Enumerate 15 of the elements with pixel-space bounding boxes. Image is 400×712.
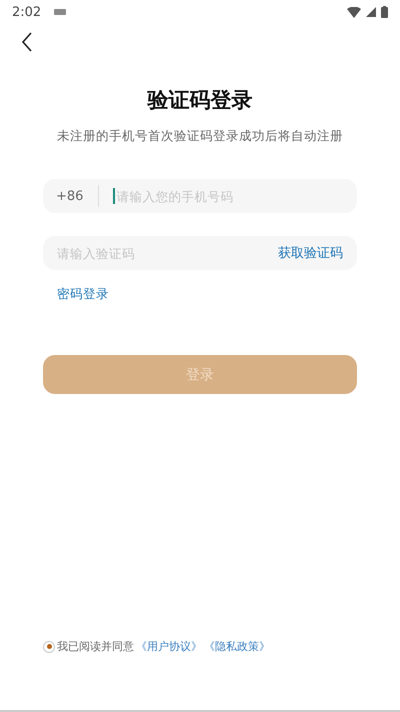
agreement-text: 我已阅读并同意 — [57, 639, 134, 654]
signal-icon — [366, 7, 376, 17]
get-code-link[interactable]: 获取验证码 — [278, 244, 343, 262]
subtitle: 未注册的手机号首次验证码登录成功后将自动注册 — [56, 128, 344, 145]
status-time: 2:02 — [12, 4, 42, 20]
page-title: 验证码登录 — [146, 87, 254, 114]
agreement-radio[interactable] — [43, 640, 55, 652]
country-code[interactable]: +86 — [56, 188, 84, 204]
battery-icon — [381, 6, 388, 18]
agreement-link[interactable]: 《用户协议》 — [136, 639, 202, 654]
password-login-link[interactable]: 密码登录 — [57, 286, 109, 303]
wifi-icon — [347, 6, 361, 18]
keyboard-icon — [54, 9, 66, 15]
agreement-link[interactable]: 《隐私政策》 — [204, 639, 270, 654]
back-icon[interactable] — [21, 32, 33, 52]
